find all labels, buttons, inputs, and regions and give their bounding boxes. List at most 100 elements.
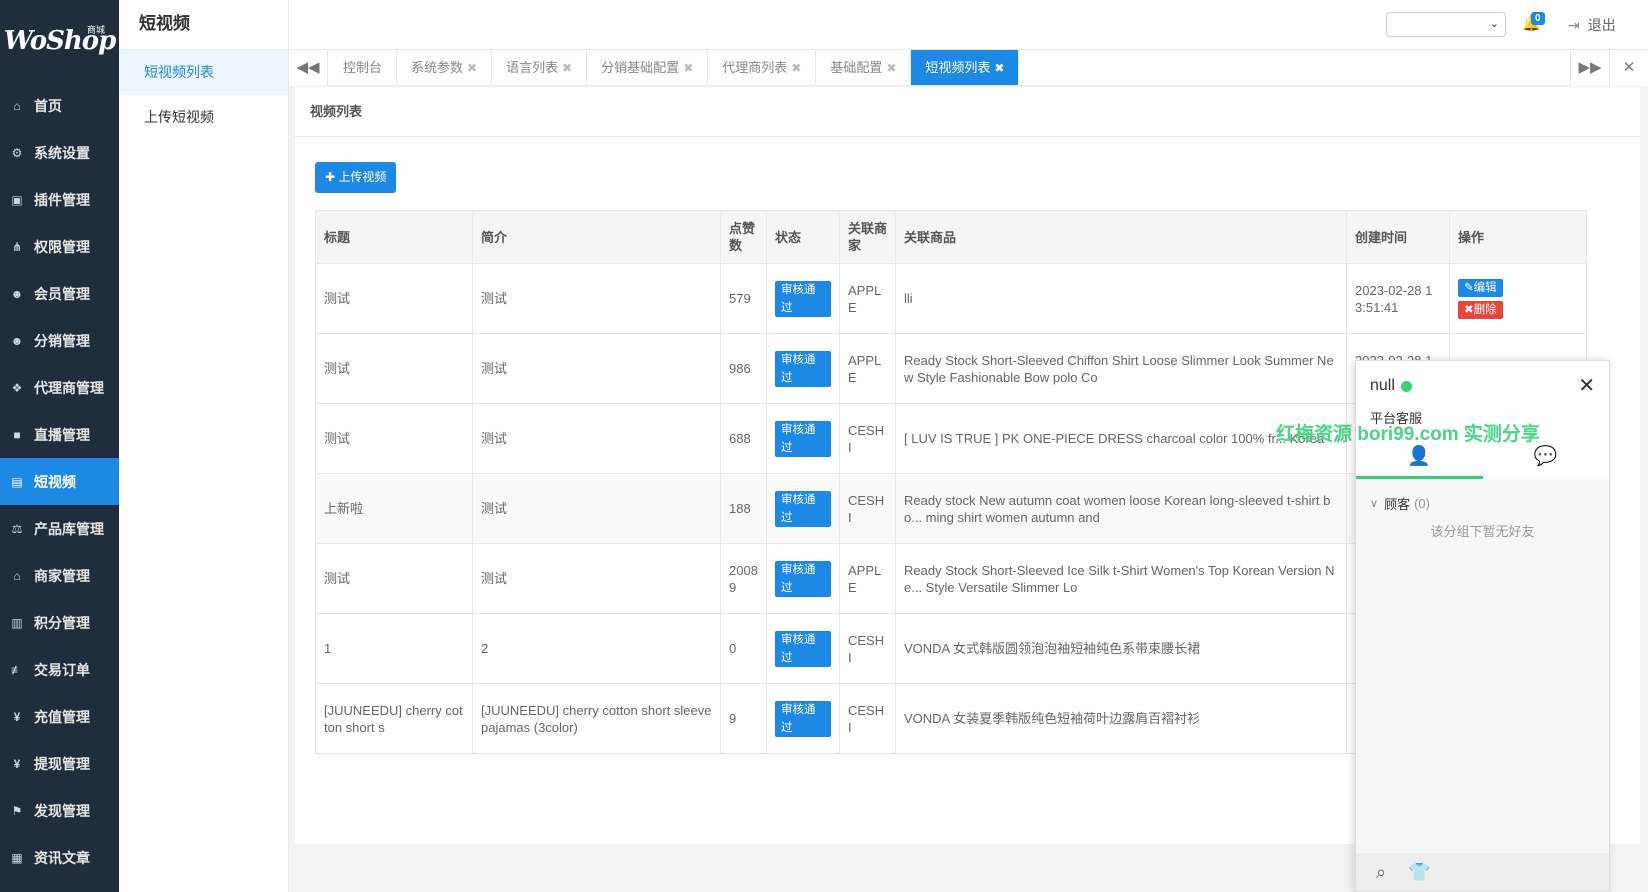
empty-group-text: 该分组下暂无好友 <box>1430 524 1535 539</box>
sub-sidebar-title: 短视频 <box>119 0 288 50</box>
cell-merchant: APPLE <box>839 263 896 334</box>
column-header: 简介 <box>472 210 721 264</box>
cell-merchant: CESHI <box>839 683 896 754</box>
chat-tabs: 👤 💬 <box>1356 438 1609 479</box>
shirt-icon[interactable]: 👕 <box>1408 862 1430 883</box>
logout-button[interactable]: ⇥ 退出 <box>1568 15 1616 35</box>
sidebar-item-label: 系统设置 <box>34 144 90 161</box>
sidebar-item-2[interactable]: ▣ 插件管理 <box>0 176 119 223</box>
cell-intro: [JUUNEEDU] cherry cotton short sleeve pa… <box>472 683 721 754</box>
sidebar-item-6[interactable]: ❖ 代理商管理 <box>0 364 119 411</box>
sub-item-upload-video[interactable]: 上传短视频 <box>119 95 288 140</box>
tab-close-icon[interactable]: ✖ <box>994 61 1004 75</box>
tab-2[interactable]: 语言列表 ✖ <box>492 50 588 85</box>
sidebar-item-14[interactable]: ¥ 提现管理 <box>0 740 119 787</box>
sidebar-item-label: 交易订单 <box>34 661 90 678</box>
chat-header: null ✕ 平台客服 红梅资源 bori99.com 实测分享 👤 💬 <box>1276 361 1609 479</box>
close-icon: ✖ <box>1464 303 1474 316</box>
tab-5[interactable]: 基础配置 ✖ <box>816 50 912 85</box>
sidebar-item-7[interactable]: ■ 直播管理 <box>0 411 119 458</box>
sidebar-item-label: 权限管理 <box>34 238 90 255</box>
chat-contact-name: null <box>1370 377 1412 395</box>
status-badge: 审核通过 <box>775 350 831 387</box>
tab-close-icon[interactable]: ✖ <box>467 61 477 75</box>
sub-item-video-list[interactable]: 短视频列表 <box>119 50 288 95</box>
tab-label: 代理商列表 <box>722 60 788 75</box>
plus-icon: ✚ <box>325 170 336 184</box>
tab-0[interactable]: 控制台 <box>329 50 398 85</box>
sidebar-item-label: 发现管理 <box>34 802 90 819</box>
sidebar-item-11[interactable]: ▥ 积分管理 <box>0 599 119 646</box>
tab-6[interactable]: 短视频列表 ✖ <box>911 50 1020 85</box>
tabs-prev-icon[interactable]: ◀◀ <box>289 50 328 86</box>
status-badge: 审核通过 <box>775 490 831 527</box>
sidebar-item-label: 分销管理 <box>34 332 90 349</box>
tabs-next-icon[interactable]: ▶▶ <box>1570 50 1609 86</box>
sidebar-item-4[interactable]: ☻ 会员管理 <box>0 270 119 317</box>
edit-button[interactable]: ✎编辑 <box>1458 278 1503 297</box>
contact-group[interactable]: ∨ 顾客 (0) <box>1356 479 1609 513</box>
table-row: 测试 测试 579 审核通过 APPLE lli 2023-02-28 13:51:41 ✎编… <box>315 263 1587 334</box>
tab-label: 分销基础配置 <box>601 60 680 75</box>
column-header: 关联商品 <box>895 210 1347 264</box>
logo[interactable]: WoShop 商城 <box>0 0 119 82</box>
sidebar-item-3[interactable]: ⋔ 权限管理 <box>0 223 119 270</box>
sidebar-item-5[interactable]: ☻ 分销管理 <box>0 317 119 364</box>
tab-3[interactable]: 分销基础配置 ✖ <box>587 50 709 85</box>
yen-icon: ¥ <box>13 709 21 724</box>
tab-close-icon[interactable]: ✖ <box>886 61 896 75</box>
upload-video-button[interactable]: ✚ 上传视频 <box>315 162 397 193</box>
sidebar-item-9[interactable]: ⚖ 产品库管理 <box>0 505 119 552</box>
cell-actions: ✎编辑 ✖删除 <box>1449 263 1587 334</box>
cell-likes: 986 <box>720 333 767 404</box>
status-badge: 审核通过 <box>775 700 831 737</box>
home-icon: ⌂ <box>13 98 21 113</box>
status-badge: 审核通过 <box>775 280 831 317</box>
contacts-tab-icon[interactable]: 👤 <box>1356 438 1483 479</box>
tab-4[interactable]: 代理商列表 ✖ <box>708 50 817 85</box>
users-icon: ☻ <box>10 286 24 301</box>
cell-merchant: CESHI <box>839 613 896 684</box>
sidebar-item-15[interactable]: ⚑ 发现管理 <box>0 787 119 834</box>
language-select[interactable]: ⌄ <box>1386 12 1506 37</box>
sidebar-item-13[interactable]: ¥ 充值管理 <box>0 693 119 740</box>
doc-icon: ▥ <box>11 615 23 630</box>
status-badge: 审核通过 <box>775 560 831 597</box>
sidebar-item-label: 首页 <box>34 97 62 114</box>
close-icon[interactable]: ✕ <box>1578 373 1595 398</box>
sidebar-item-label: 直播管理 <box>34 426 90 443</box>
cell-merchant: APPLE <box>839 543 896 614</box>
search-icon[interactable]: ⌕ <box>1376 862 1386 883</box>
sidebar-item-16[interactable]: ▦ 资讯文章 <box>0 834 119 881</box>
tab-close-icon[interactable]: ✖ <box>683 61 693 75</box>
group-label: 顾客 <box>1384 497 1411 512</box>
sidebar-item-1[interactable]: ⚙ 系统设置 <box>0 129 119 176</box>
sidebar-item-10[interactable]: ⌂ 商家管理 <box>0 552 119 599</box>
sidebar-item-12[interactable]: ≢ 交易订单 <box>0 646 119 693</box>
sidebar-item-label: 短视频 <box>34 473 76 490</box>
cell-product: VONDA 女式韩版圆领泡泡袖短袖纯色系带束腰长裙 <box>895 613 1347 684</box>
file-icon: ▤ <box>11 474 23 489</box>
tab-1[interactable]: 系统参数 ✖ <box>397 50 493 85</box>
tab-label: 系统参数 <box>411 60 464 75</box>
sidebar-item-8[interactable]: ▤ 短视频 <box>0 458 119 505</box>
close-tabs-icon[interactable]: ✕ <box>1609 50 1648 86</box>
upload-video-label: 上传视频 <box>338 170 387 184</box>
delete-button[interactable]: ✖删除 <box>1458 300 1503 319</box>
tab-close-icon[interactable]: ✖ <box>791 61 801 75</box>
cell-status: 审核通过 <box>766 333 840 404</box>
logout-label: 退出 <box>1587 17 1616 33</box>
status-badge: 审核通过 <box>775 420 831 457</box>
cell-intro: 测试 <box>472 473 721 544</box>
cell-created: 2023-02-28 13:51:41 <box>1346 263 1450 334</box>
chat-name-text: null <box>1370 377 1395 394</box>
sidebar-item-label: 产品库管理 <box>34 520 104 537</box>
edit-label: 编辑 <box>1473 281 1497 294</box>
cell-title: 上新啦 <box>315 473 473 544</box>
cell-status: 审核通过 <box>766 683 840 754</box>
sidebar-item-0[interactable]: ⌂ 首页 <box>0 82 119 129</box>
tab-close-icon[interactable]: ✖ <box>562 61 572 75</box>
cell-title: 测试 <box>315 403 473 474</box>
panel-title: 视频列表 <box>295 87 1640 137</box>
messages-tab-icon[interactable]: 💬 <box>1483 438 1610 479</box>
